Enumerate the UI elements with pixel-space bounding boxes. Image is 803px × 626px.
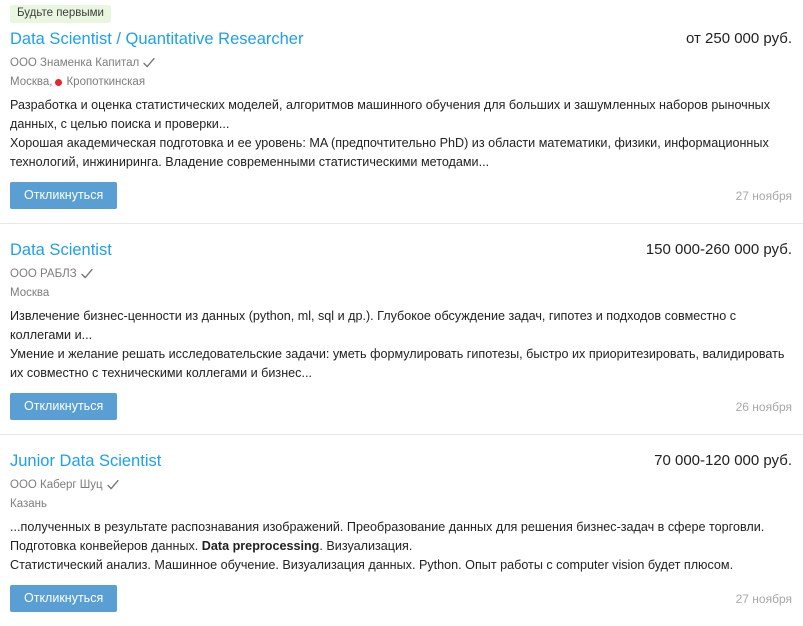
vacancy-card: Data Scientist 150 000-260 000 руб. ООО … — [0, 224, 803, 434]
vacancy-snippet-requirement: Умение и желание решать исследовательски… — [10, 347, 785, 380]
status-badge: Будьте первыми — [10, 5, 111, 23]
company-name-link[interactable]: ООО Каберг Шуц — [10, 478, 103, 492]
vacancy-card: Будьте первыми Data Scientist / Quantita… — [0, 0, 803, 223]
city-label: Москва — [10, 287, 50, 299]
metro-label: Кропоткинская — [66, 76, 146, 88]
vacancy-snippet-responsibility: Разработка и оценка статистических модел… — [10, 98, 771, 131]
vacancy-snippet-requirement: Статистический анализ. Машинное обучение… — [10, 558, 734, 572]
metro-dot-icon — [55, 78, 63, 86]
vacancy-footer: Откликнуться 27 ноября — [10, 575, 799, 626]
vacancy-snippet-responsibility: Извлечение бизнес-ценности из данных (py… — [10, 309, 737, 342]
vacancy-salary: от 250 000 руб. — [685, 30, 792, 47]
region-row: Москва — [10, 286, 799, 300]
badge-row: Будьте первыми — [10, 0, 799, 23]
vacancy-footer: Откликнуться 27 ноября — [10, 172, 799, 223]
vacancy-title-link[interactable]: Junior Data Scientist — [10, 451, 161, 471]
vacancy-header: Junior Data Scientist 70 000-120 000 руб… — [10, 435, 799, 471]
apply-button[interactable]: Откликнуться — [10, 585, 118, 612]
vacancy-title-link[interactable]: Data Scientist — [10, 240, 112, 260]
vacancy-footer: Откликнуться 26 ноября — [10, 383, 799, 434]
vacancy-header: Data Scientist 150 000-260 000 руб. — [10, 224, 799, 260]
company-name-link[interactable]: ООО Знаменка Капитал — [10, 56, 139, 70]
company-row: ООО РАБЛЗ — [10, 267, 799, 281]
vacancy-snippet-responsibility: ...полученных в результате распознавания… — [10, 518, 799, 556]
city-label: Москва, — [10, 76, 53, 88]
publication-date: 27 ноября — [735, 188, 792, 203]
vacancy-title-link[interactable]: Data Scientist / Quantitative Researcher — [10, 29, 303, 49]
apply-button[interactable]: Откликнуться — [10, 182, 118, 209]
city-label: Казань — [10, 498, 47, 510]
vacancy-list: Будьте первыми Data Scientist / Quantita… — [0, 0, 803, 626]
apply-button[interactable]: Откликнуться — [10, 393, 118, 420]
vacancy-snippet-requirement: Хорошая академическая подготовка и ее ур… — [10, 136, 769, 169]
vacancy-salary: 70 000-120 000 руб. — [654, 452, 792, 469]
company-name-link[interactable]: ООО РАБЛЗ — [10, 267, 77, 281]
region-row: Казань — [10, 497, 799, 511]
publication-date: 26 ноября — [735, 399, 792, 414]
company-row: ООО Каберг Шуц — [10, 478, 799, 492]
region-row: Москва, Кропоткинская — [10, 75, 799, 89]
verified-check-icon — [106, 479, 119, 491]
verified-check-icon — [80, 268, 93, 280]
company-row: ООО Знаменка Капитал — [10, 56, 799, 70]
vacancy-card: Junior Data Scientist 70 000-120 000 руб… — [0, 435, 803, 626]
snippet-text-post: . Визуализация. — [319, 539, 413, 553]
publication-date: 27 ноября — [735, 591, 792, 606]
snippet-highlight-term: Data preprocessing — [201, 539, 320, 553]
vacancy-salary: 150 000-260 000 руб. — [645, 241, 792, 258]
verified-check-icon — [143, 57, 155, 69]
vacancy-header: Data Scientist / Quantitative Researcher… — [10, 22, 799, 49]
